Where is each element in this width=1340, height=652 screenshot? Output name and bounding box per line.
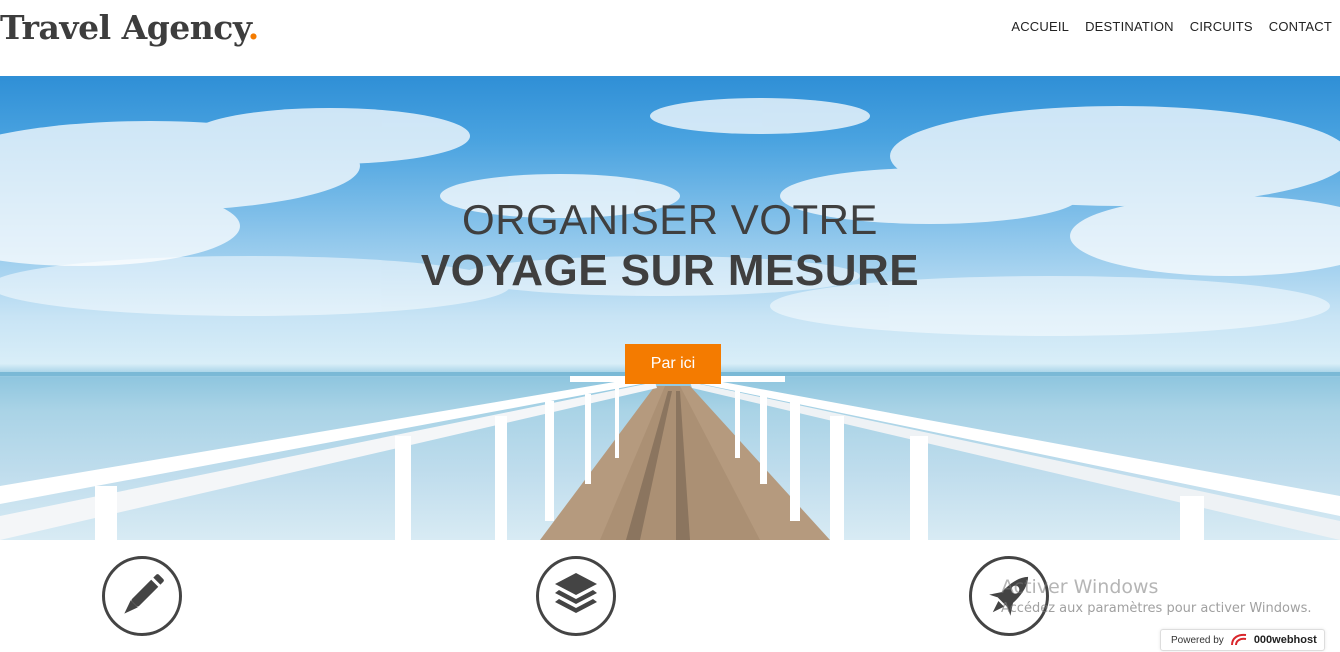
hero-background-image — [0, 98, 1340, 540]
feature-pen — [102, 556, 182, 636]
layers-icon — [555, 573, 597, 613]
nav-item-accueil[interactable]: ACCUEIL — [1011, 19, 1069, 34]
hero-banner: ORGANISER VOTRE VOYAGE SUR MESURE Par ic… — [0, 76, 1340, 540]
windows-activation-title: Activer Windows — [1001, 576, 1159, 598]
windows-activation-subtitle: Accédez aux paramètres pour activer Wind… — [1001, 601, 1312, 616]
nav-item-contact[interactable]: CONTACT — [1269, 19, 1332, 34]
nav-item-destination[interactable]: DESTINATION — [1085, 19, 1174, 34]
logo-text: Travel Agency — [0, 8, 248, 47]
hero-title-line2: VOYAGE SUR MESURE — [420, 246, 920, 295]
site-logo[interactable]: Travel Agency. — [0, 8, 259, 47]
powered-by-label: Powered by — [1171, 634, 1224, 646]
nav-item-circuits[interactable]: CIRCUITS — [1190, 19, 1253, 34]
site-header: Travel Agency. ACCUEIL DESTINATION CIRCU… — [0, 0, 1340, 76]
000webhost-logo-icon — [1230, 633, 1246, 646]
hero-title-line1: ORGANISER VOTRE — [462, 196, 878, 243]
par-ici-button[interactable]: Par ici — [625, 344, 721, 384]
main-nav: ACCUEIL DESTINATION CIRCUITS CONTACT — [1011, 19, 1332, 34]
logo-dot: . — [247, 8, 260, 47]
powered-by-badge[interactable]: Powered by 000webhost — [1160, 629, 1325, 651]
feature-layers — [536, 556, 616, 636]
brand-name: 000webhost — [1253, 634, 1317, 646]
pen-icon — [124, 574, 164, 614]
